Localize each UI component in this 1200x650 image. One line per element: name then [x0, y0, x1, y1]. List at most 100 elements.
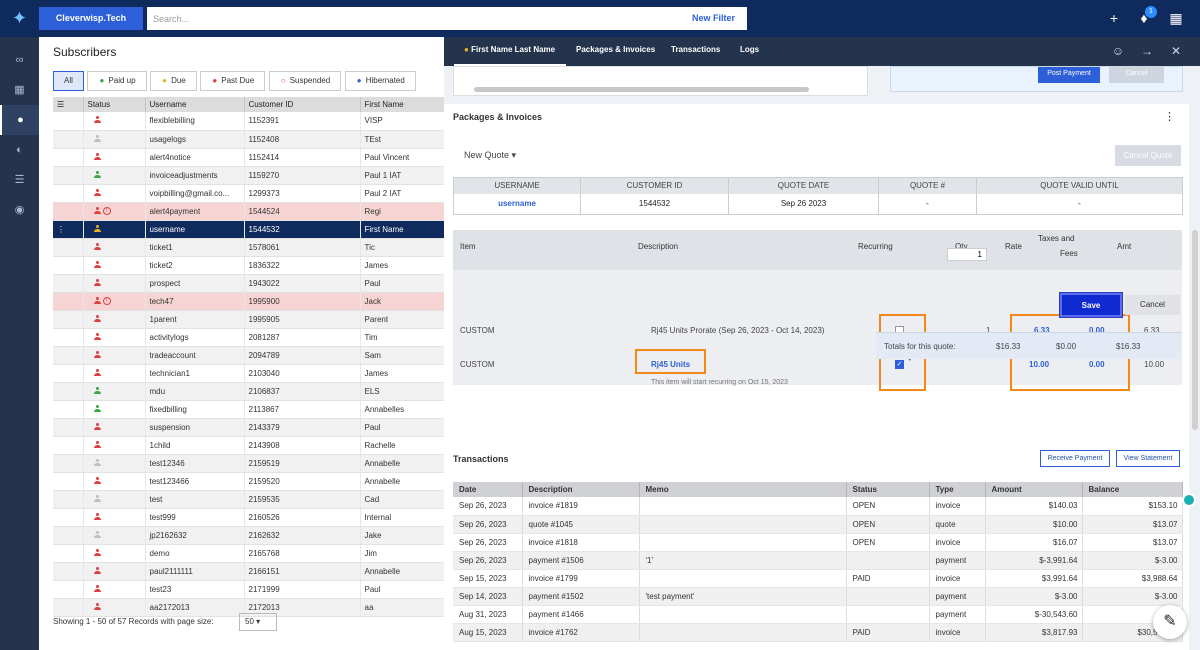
row-menu-cell[interactable] [53, 274, 84, 293]
table-row[interactable]: mdu 2106837 ELS [53, 382, 445, 401]
table-row[interactable]: jp2162632 2162632 Jake [53, 526, 445, 545]
column-header[interactable]: Status [846, 482, 930, 497]
row-menu-cell[interactable] [53, 130, 84, 149]
column-menu-icon[interactable]: ☰ [53, 97, 84, 112]
username-cell[interactable]: technician1 [145, 364, 245, 383]
quick-action-icon[interactable]: ✎ [1153, 605, 1187, 639]
row-menu-cell[interactable] [53, 598, 84, 617]
username-cell[interactable]: aa2172013 [145, 598, 245, 617]
column-header[interactable]: Customer ID [244, 97, 361, 112]
username-cell[interactable]: 1parent [145, 310, 245, 329]
row-menu-cell[interactable] [53, 184, 84, 203]
username-cell[interactable]: fixedbilling [145, 400, 245, 419]
table-row[interactable]: Sep 26, 2023 payment #1506'1' payment $-3,9… [453, 551, 1183, 570]
table-row[interactable]: Sep 26, 2023 invoice #1819 OPEN invoice $140… [453, 497, 1183, 516]
table-row[interactable]: activitylogs 2081287 Tim [53, 328, 445, 347]
table-row[interactable]: voipbilling@gmail.co... 1299373 Paul 2 IAT [53, 184, 445, 203]
save-button[interactable]: Save [1059, 292, 1123, 318]
map-pin-icon[interactable]: ◉ [0, 195, 39, 225]
close-icon[interactable]: ✕ [1168, 43, 1184, 59]
table-row[interactable]: ⋮ username 1544532 First Name [53, 220, 445, 239]
table-row[interactable]: ticket2 1836322 James [53, 256, 445, 275]
username-cell[interactable]: jp2162632 [145, 526, 245, 545]
table-row[interactable]: Sep 26, 2023 quote #1045 OPEN quote $10.00 $1… [453, 515, 1183, 534]
recurring-checkbox[interactable]: ✓ [895, 360, 904, 369]
tab-logs[interactable]: Logs [740, 37, 759, 66]
dashboard-icon[interactable]: ▦ [0, 75, 39, 105]
settings-icon[interactable]: ☺ [1110, 43, 1126, 59]
row-menu-cell[interactable] [53, 364, 84, 383]
quantity-input[interactable] [947, 248, 987, 261]
username-cell[interactable]: 1child [145, 436, 245, 455]
row-menu-cell[interactable] [53, 580, 84, 599]
column-header[interactable]: Date [453, 482, 523, 497]
filter-due[interactable]: ● Due [150, 71, 197, 91]
row-menu-cell[interactable] [53, 436, 84, 455]
row-menu-cell[interactable] [53, 544, 84, 563]
username-cell[interactable]: ticket1 [145, 238, 245, 257]
apps-grid-icon[interactable]: ▦ [1168, 10, 1184, 26]
vertical-scrollbar[interactable] [1192, 230, 1198, 430]
column-header[interactable]: Status [83, 97, 146, 112]
username-cell[interactable]: tech47 [145, 292, 245, 311]
username-cell[interactable]: mdu [145, 382, 245, 401]
table-row[interactable]: flexiblebilling 1152391 VISP [53, 112, 445, 131]
username-cell[interactable]: prospect [145, 274, 245, 293]
row-menu-cell[interactable] [53, 418, 84, 437]
table-row[interactable]: fixedbilling 2113867 Annabelles [53, 400, 445, 419]
row-menu-cell[interactable] [53, 310, 84, 329]
username-cell[interactable]: flexiblebilling [145, 112, 245, 131]
filter-suspended[interactable]: ○ Suspended [268, 71, 342, 91]
column-header[interactable]: Memo [639, 482, 847, 497]
brand-button[interactable]: Cleverwisp.Tech [39, 7, 143, 30]
row-menu-cell[interactable] [53, 238, 84, 257]
username-cell[interactable]: username [145, 220, 245, 239]
username-cell[interactable]: test12346 [145, 454, 245, 473]
column-header[interactable]: Amount [985, 482, 1083, 497]
cancel-quote-button[interactable]: Cancel Quote [1115, 145, 1181, 166]
receive-payment-button[interactable]: Receive Payment [1040, 450, 1110, 467]
row-menu-cell[interactable]: ⋮ [53, 220, 84, 239]
tab-profile[interactable]: ● First Name Last Name [454, 37, 566, 66]
filter-hibernated[interactable]: ● Hibernated [344, 71, 416, 91]
table-row[interactable]: demo 2165768 Jim [53, 544, 445, 563]
table-row[interactable]: Sep 15, 2023 invoice #1799 PAID invoice $3,9… [453, 569, 1183, 588]
username-cell[interactable]: alert4payment [145, 202, 245, 221]
headset-icon[interactable]: ◐ [0, 135, 39, 165]
username-cell[interactable]: invoiceadjustments [145, 166, 245, 185]
row-menu-cell[interactable] [53, 292, 84, 311]
user-icon[interactable]: ● [0, 105, 39, 135]
row-menu-cell[interactable] [53, 454, 84, 473]
username-cell[interactable]: voipbilling@gmail.co... [145, 184, 245, 203]
username-cell[interactable]: test123466 [145, 472, 245, 491]
row-menu-cell[interactable] [53, 256, 84, 275]
row-menu-cell[interactable] [53, 166, 84, 185]
username-cell[interactable]: alert4notice [145, 148, 245, 167]
post-payment-button[interactable]: Post Payment [1038, 67, 1100, 83]
table-row[interactable]: suspension 2143379 Paul [53, 418, 445, 437]
horizontal-scrollbar[interactable] [474, 87, 809, 92]
quote-username-link[interactable]: username [453, 193, 581, 215]
username-cell[interactable]: paul2111111 [145, 562, 245, 581]
row-menu-cell[interactable] [53, 148, 84, 167]
table-row[interactable]: alert4notice 1152414 Paul Vincent [53, 148, 445, 167]
username-cell[interactable]: test [145, 490, 245, 509]
username-cell[interactable]: test999 [145, 508, 245, 527]
new-filter-link[interactable]: New Filter [692, 7, 735, 30]
list-icon[interactable]: ☰ [0, 165, 39, 195]
table-row[interactable]: paul2111111 2166151 Annabelle [53, 562, 445, 581]
table-row[interactable]: prospect 1943022 Paul [53, 274, 445, 293]
table-row[interactable]: Aug 15, 2023 invoice #1762 PAID invoice $3,8… [453, 623, 1183, 642]
row-menu-cell[interactable] [53, 490, 84, 509]
table-row[interactable]: 1parent 1995905 Parent [53, 310, 445, 329]
column-header[interactable]: Description [522, 482, 640, 497]
column-header[interactable]: Balance [1082, 482, 1183, 497]
filter-all[interactable]: All [53, 71, 84, 91]
row-menu-cell[interactable] [53, 328, 84, 347]
row-menu-cell[interactable] [53, 346, 84, 365]
new-quote-dropdown[interactable]: New Quote ▾ [464, 150, 516, 161]
assistant-icon[interactable] [1182, 493, 1196, 507]
cancel-button[interactable]: Cancel [1125, 295, 1180, 315]
row-menu-cell[interactable] [53, 562, 84, 581]
filter-paid-up[interactable]: ● Paid up [87, 71, 147, 91]
